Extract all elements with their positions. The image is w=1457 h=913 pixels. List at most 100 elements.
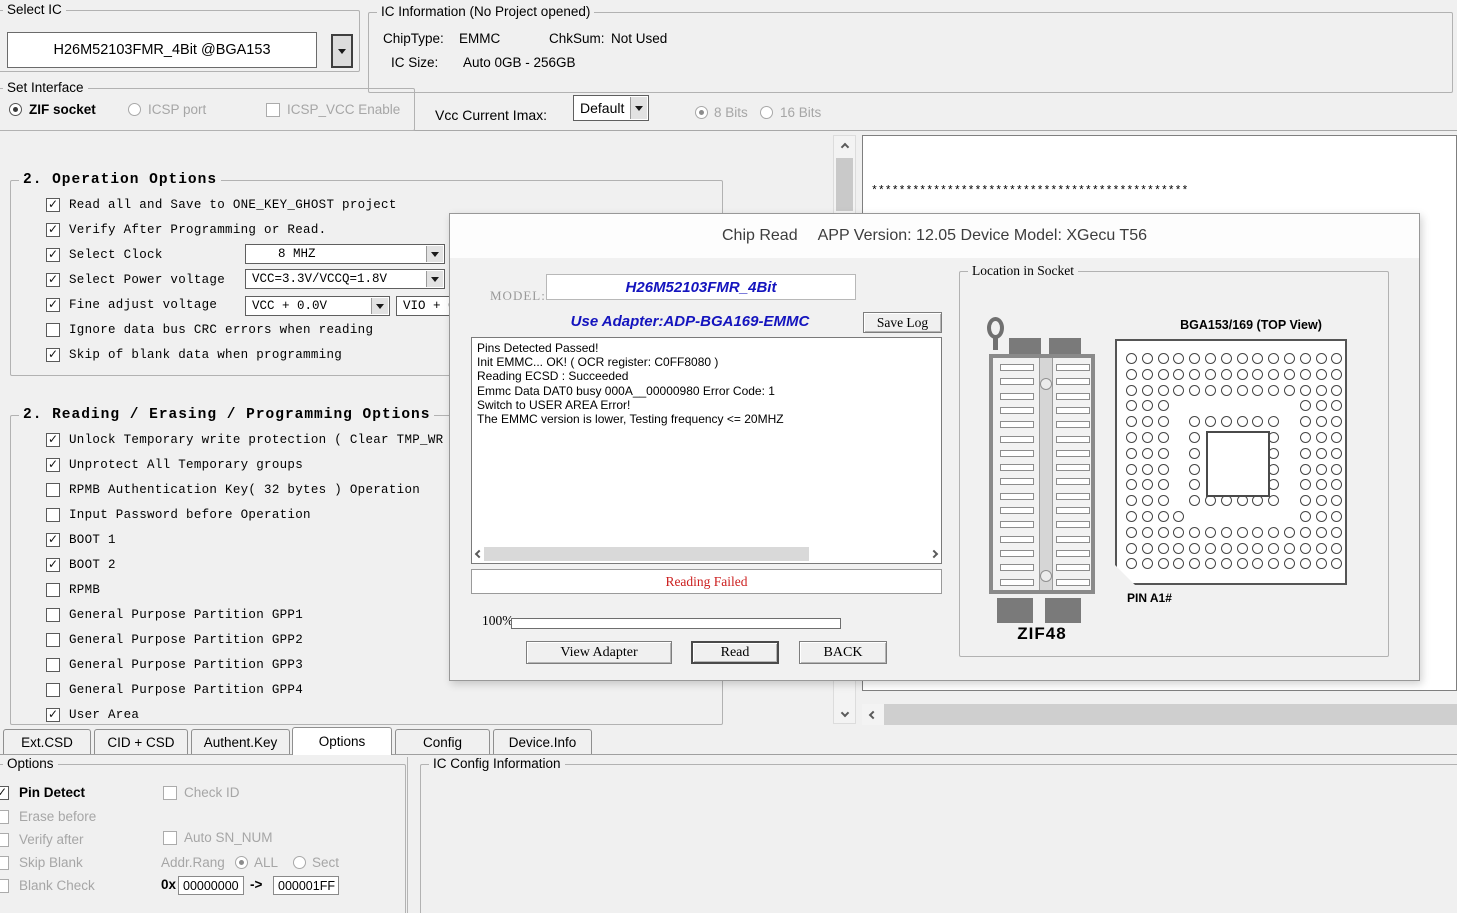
icsp-vcc-checkbox[interactable] — [266, 103, 280, 117]
status-text: Reading Failed — [665, 574, 747, 590]
horizontal-scrollbar-thumb[interactable] — [884, 704, 1457, 725]
rpmb-key-checkbox[interactable] — [46, 483, 60, 497]
zif-socket-radio[interactable] — [9, 103, 22, 116]
boot2-label: BOOT 2 — [69, 558, 116, 572]
input-password-checkbox[interactable] — [46, 508, 60, 522]
log-scrollbar-thumb[interactable] — [484, 547, 809, 561]
back-button[interactable]: BACK — [799, 641, 887, 664]
progress-percent-label: 100% — [482, 613, 514, 629]
power-voltage-dropdown[interactable]: VCC=3.3V/VCCQ=1.8V — [245, 269, 445, 289]
fine-adjust-checkbox[interactable] — [46, 298, 60, 312]
unprotect-all-checkbox[interactable] — [46, 458, 60, 472]
boot2-checkbox[interactable] — [46, 558, 60, 572]
gpp4-checkbox[interactable] — [46, 683, 60, 697]
bga-pin — [1284, 369, 1295, 380]
skip-blank-checkbox[interactable] — [0, 856, 9, 870]
bga-pin — [1284, 527, 1295, 538]
tab-ext-csd[interactable]: Ext.CSD — [3, 729, 91, 754]
addr-from-input[interactable]: 00000000 — [178, 876, 244, 895]
zif-pin-slot — [1056, 364, 1090, 371]
location-in-socket-groupbox: Location in Socket ZIF48 BGA153/169 (TOP… — [959, 271, 1389, 657]
bga-pin — [1142, 464, 1153, 475]
bga-pin — [1126, 448, 1137, 459]
zif-pin-slot — [1000, 536, 1034, 543]
divider — [407, 757, 408, 913]
gpp1-checkbox[interactable] — [46, 608, 60, 622]
unlock-tmp-checkbox[interactable] — [46, 433, 60, 447]
rpmb-checkbox[interactable] — [46, 583, 60, 597]
rpmb-key-label: RPMB Authentication Key( 32 bytes ) Oper… — [69, 483, 420, 497]
clock-dropdown[interactable]: 8 MHZ — [245, 244, 445, 264]
scroll-up-button[interactable] — [834, 136, 855, 157]
vcc-adjust-dropdown[interactable]: VCC + 0.0V — [245, 296, 390, 316]
gpp2-checkbox[interactable] — [46, 633, 60, 647]
read-all-save-checkbox[interactable] — [46, 198, 60, 212]
bga-pin — [1142, 511, 1153, 522]
select-ic-combobox[interactable]: H26M52103FMR_4Bit @BGA153 — [7, 32, 317, 68]
tab-options[interactable]: Options — [292, 727, 392, 755]
bga-pin — [1189, 432, 1200, 443]
select-clock-checkbox[interactable] — [46, 248, 60, 262]
bga-pin — [1316, 464, 1327, 475]
bga-pin — [1300, 432, 1311, 443]
bga-pin — [1221, 527, 1232, 538]
user-area-checkbox[interactable] — [46, 708, 60, 722]
vertical-scrollbar-thumb[interactable] — [836, 158, 853, 211]
log-line: Switch to USER AREA Error! — [477, 398, 936, 412]
zif-pin-slot — [1056, 407, 1090, 414]
zif-lever-icon — [987, 317, 1004, 339]
chevron-left-icon — [868, 710, 876, 718]
bga-pin — [1331, 464, 1342, 475]
bits16-radio[interactable] — [760, 106, 773, 119]
bga-pin — [1268, 385, 1279, 396]
pin-detect-checkbox[interactable] — [0, 786, 9, 800]
bga-pin — [1173, 558, 1184, 569]
fine-adjust-label: Fine adjust voltage — [69, 298, 217, 312]
addr-all-radio[interactable] — [235, 856, 248, 869]
bits16-label: 16 Bits — [780, 105, 821, 120]
tab-config[interactable]: Config — [395, 729, 490, 754]
erase-before-checkbox[interactable] — [0, 810, 9, 824]
check-id-checkbox[interactable] — [163, 786, 177, 800]
bga-pin — [1316, 432, 1327, 443]
bga-pin — [1252, 353, 1263, 364]
gpp3-checkbox[interactable] — [46, 658, 60, 672]
bga-pin — [1126, 543, 1137, 554]
addr-to-input[interactable]: 000001FF — [273, 876, 339, 895]
skip-blank-data-checkbox[interactable] — [46, 348, 60, 362]
save-log-button[interactable]: Save Log — [863, 312, 942, 333]
blank-check-checkbox[interactable] — [0, 879, 9, 893]
log-line: The EMMC version is lower, Testing frequ… — [477, 412, 936, 426]
verify-after-checkbox[interactable] — [46, 223, 60, 237]
bga-pin — [1237, 527, 1248, 538]
scroll-down-button[interactable] — [834, 702, 855, 723]
bits8-radio[interactable] — [695, 106, 708, 119]
read-button[interactable]: Read — [691, 641, 779, 664]
chevron-left-icon — [475, 550, 483, 558]
tab-device-info[interactable]: Device.Info — [493, 729, 592, 754]
log-scroll-right-button[interactable] — [928, 547, 940, 561]
select-ic-dropdown-button[interactable] — [331, 34, 353, 68]
power-voltage-checkbox[interactable] — [46, 273, 60, 287]
horizontal-scrollbar[interactable] — [862, 704, 1457, 725]
vio-adjust-value: VIO + 0 — [403, 299, 456, 313]
bga-pin — [1237, 385, 1248, 396]
addr-sect-radio[interactable] — [293, 856, 306, 869]
tab-authent-key[interactable]: Authent.Key — [191, 729, 290, 754]
boot1-checkbox[interactable] — [46, 533, 60, 547]
scroll-left-button[interactable] — [862, 704, 883, 725]
bga-pin — [1126, 353, 1137, 364]
verify-after-op-checkbox[interactable] — [0, 833, 9, 847]
log-horizontal-scrollbar[interactable] — [473, 546, 940, 562]
tab-cid-csd[interactable]: CID + CSD — [94, 729, 188, 754]
ignore-crc-checkbox[interactable] — [46, 323, 60, 337]
ignore-crc-label: Ignore data bus CRC errors when reading — [69, 323, 373, 337]
tab-label: Device.Info — [509, 735, 577, 750]
vcc-imax-dropdown[interactable]: Default — [573, 95, 649, 121]
bga-pin — [1189, 527, 1200, 538]
bga-pin — [1189, 353, 1200, 364]
view-adapter-button[interactable]: View Adapter — [526, 641, 672, 664]
icsp-port-radio[interactable] — [128, 103, 141, 116]
auto-sn-checkbox[interactable] — [163, 831, 177, 845]
icsp-vcc-label: ICSP_VCC Enable — [287, 102, 400, 117]
